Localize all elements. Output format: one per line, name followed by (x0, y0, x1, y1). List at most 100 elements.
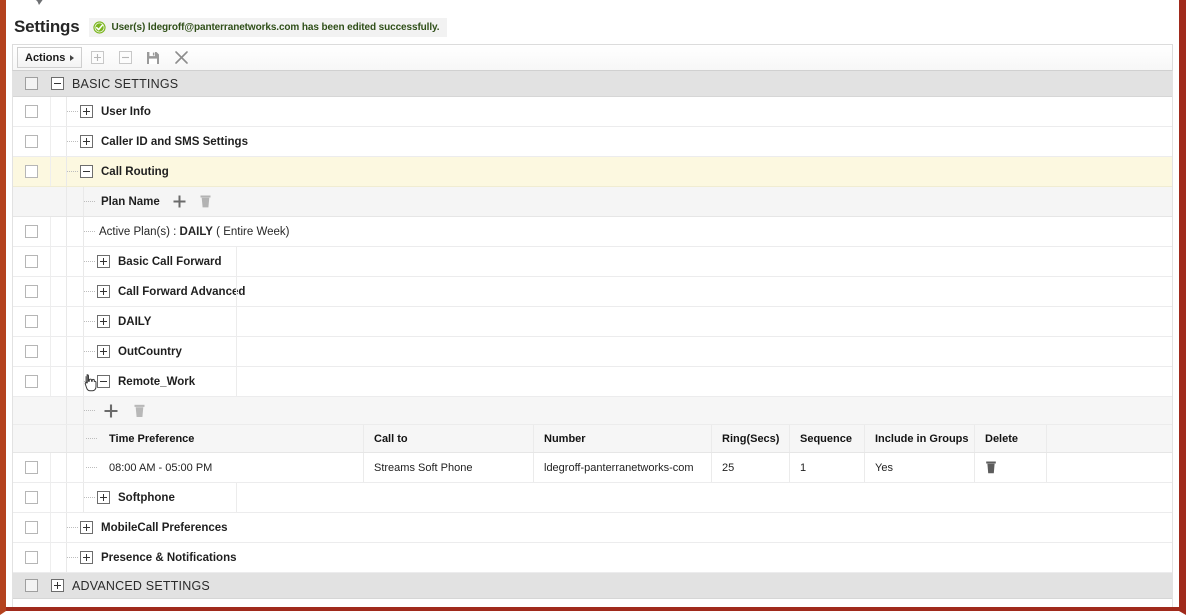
collapse-toggle-call-routing[interactable] (80, 165, 93, 178)
row-checkbox[interactable] (25, 375, 38, 388)
row-checkbox[interactable] (25, 77, 38, 90)
tree-row-mobilecall-preferences[interactable]: MobileCall Preferences (13, 513, 1172, 543)
tree-row-call-routing[interactable]: Call Routing (13, 157, 1172, 187)
row-checkbox[interactable] (25, 165, 38, 178)
cell-spacer (1047, 453, 1172, 482)
row-checkbox[interactable] (25, 461, 38, 474)
node-outcountry: OutCountry (84, 337, 236, 366)
collapse-all-button[interactable] (112, 47, 138, 69)
row-checkbox-cell (13, 157, 51, 186)
actions-button[interactable]: Actions (17, 47, 83, 68)
node-basic-call-forward: Basic Call Forward (84, 247, 236, 276)
tree-label-user-info: User Info (101, 105, 151, 118)
routing-table-row[interactable]: 08:00 AM - 05:00 PM Streams Soft Phone l… (13, 453, 1172, 483)
row-checkbox[interactable] (25, 345, 38, 358)
tree-elbow (67, 557, 78, 558)
tree-label-softphone: Softphone (118, 491, 175, 504)
tree-row-presence-notifications[interactable]: Presence & Notifications (13, 543, 1172, 573)
logo-strip (6, 0, 1179, 14)
collapse-toggle-basic-settings[interactable] (51, 77, 64, 90)
row-checkbox-cell (13, 367, 51, 396)
indent-rail (51, 217, 66, 246)
tree-label-call-forward-advanced: Call Forward Advanced (118, 285, 246, 298)
row-checkbox[interactable] (25, 579, 38, 592)
tree-elbow (67, 111, 78, 112)
tree-row-advanced-settings[interactable]: ADVANCED SETTINGS (13, 573, 1172, 599)
expand-toggle-advanced-settings[interactable] (51, 579, 64, 592)
tree-row-outcountry[interactable]: OutCountry (13, 337, 1172, 367)
row-checkbox[interactable] (25, 255, 38, 268)
delete-routing-rules-button[interactable] (133, 403, 146, 419)
row-checkbox[interactable] (25, 315, 38, 328)
close-x-icon (175, 51, 188, 64)
row-checkbox[interactable] (25, 135, 38, 148)
tree-label-basic-call-forward: Basic Call Forward (118, 255, 222, 268)
tree-row-user-info[interactable]: User Info (13, 97, 1172, 127)
tree-row-caller-id[interactable]: Caller ID and SMS Settings (13, 127, 1172, 157)
row-checkbox-cell-empty (13, 397, 51, 424)
active-plan-suffix: ( Entire Week) (212, 225, 290, 238)
indent-rail (51, 513, 66, 542)
expand-toggle-softphone[interactable] (97, 491, 110, 504)
row-checkbox-cell (13, 307, 51, 336)
indent-rail (51, 543, 66, 572)
indent-rail (51, 97, 66, 126)
node-remote-work-actions (84, 397, 1172, 424)
tree-row-basic-call-forward[interactable]: Basic Call Forward (13, 247, 1172, 277)
expand-toggle-presence-notifications[interactable] (80, 551, 93, 564)
indent-rail (51, 453, 66, 482)
collapse-toggle-remote-work[interactable] (97, 375, 110, 388)
row-spacer (237, 277, 1172, 306)
row-checkbox-cell (13, 71, 51, 96)
delete-row-button[interactable] (985, 460, 997, 475)
row-checkbox[interactable] (25, 225, 38, 238)
indent-rail (67, 453, 83, 482)
add-plan-button[interactable] (172, 194, 187, 209)
plus-icon (173, 195, 186, 208)
cell-call-to: Streams Soft Phone (364, 453, 534, 482)
expand-toggle-daily[interactable] (97, 315, 110, 328)
row-spacer (237, 247, 1172, 276)
expand-toggle-basic-call-forward[interactable] (97, 255, 110, 268)
tree-row-softphone[interactable]: Softphone (13, 483, 1172, 513)
tree-row-remote-work[interactable]: Remote_Work (13, 367, 1172, 397)
tree-row-basic-settings[interactable]: BASIC SETTINGS (13, 71, 1172, 97)
column-header-call-to: Call to (364, 425, 534, 452)
tree-row-daily[interactable]: DAILY (13, 307, 1172, 337)
node-softphone: Softphone (84, 483, 236, 512)
trash-icon (134, 404, 145, 417)
indent-rail (67, 187, 83, 216)
row-checkbox[interactable] (25, 491, 38, 504)
indent-rail (51, 187, 66, 216)
expand-toggle-caller-id[interactable] (80, 135, 93, 148)
row-spacer (237, 307, 1172, 336)
expand-toggle-mobilecall-preferences[interactable] (80, 521, 93, 534)
row-checkbox-cell (13, 127, 51, 156)
add-routing-rule-button[interactable] (103, 403, 119, 419)
row-checkbox-cell (13, 247, 51, 276)
cancel-button[interactable] (168, 47, 194, 69)
expand-toggle-call-forward-advanced[interactable] (97, 285, 110, 298)
indent-rail (51, 307, 66, 336)
indent-rail (51, 277, 66, 306)
app-frame: Settings User(s) ldegroff@panterranetwor… (0, 0, 1186, 615)
tree-row-active-plan: Active Plan(s) : DAILY ( Entire Week) (13, 217, 1172, 247)
expand-all-button[interactable] (84, 47, 110, 69)
tree-row-call-forward-advanced[interactable]: Call Forward Advanced (13, 277, 1172, 307)
success-notice: User(s) ldegroff@panterranetworks.com ha… (89, 17, 448, 37)
cell-time-preference: 08:00 AM - 05:00 PM (99, 453, 364, 482)
tree-elbow (86, 438, 97, 439)
row-checkbox[interactable] (25, 105, 38, 118)
settings-tree: BASIC SETTINGS User Info Caller ID and S… (12, 71, 1173, 611)
delete-plan-button[interactable] (199, 194, 212, 209)
indent-rail (51, 337, 66, 366)
row-checkbox[interactable] (25, 551, 38, 564)
row-checkbox[interactable] (25, 521, 38, 534)
expand-toggle-user-info[interactable] (80, 105, 93, 118)
expand-toggle-outcountry[interactable] (97, 345, 110, 358)
indent-rail (67, 307, 83, 336)
node-plan-name: Plan Name (84, 187, 1172, 216)
row-spacer (237, 337, 1172, 366)
save-button[interactable] (140, 47, 166, 69)
row-checkbox[interactable] (25, 285, 38, 298)
